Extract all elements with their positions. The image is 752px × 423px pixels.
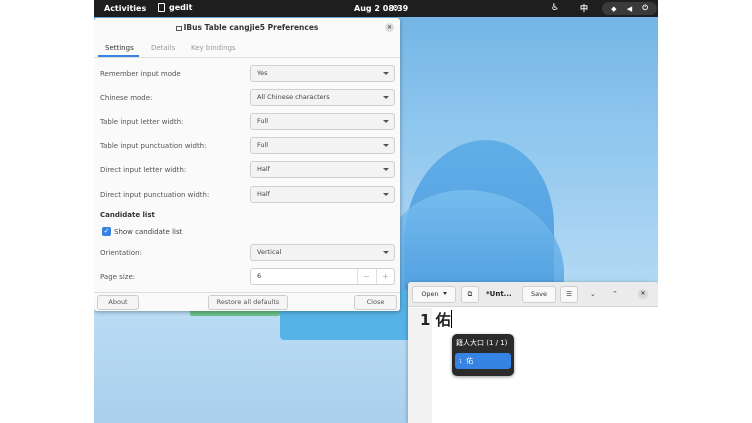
new-document-button[interactable]: ⧉ xyxy=(461,286,479,303)
app-name: gedit xyxy=(169,3,193,12)
table-punct-width-combo[interactable]: Full xyxy=(250,137,395,154)
dropdown-arrow-icon xyxy=(383,144,389,147)
combo-value: Full xyxy=(257,117,269,125)
dialog-footer: About Restore all defaults Close xyxy=(94,292,400,311)
close-icon[interactable]: ✕ xyxy=(638,289,648,299)
about-button[interactable]: About xyxy=(97,295,139,310)
desktop: Activities gedit Aug 2 08:39 ♿ 中 ◆ ◀ ⏻ I… xyxy=(94,0,658,423)
activities-button[interactable]: Activities xyxy=(104,4,146,13)
row-label-chinese-mode: Chinese mode: xyxy=(100,94,153,102)
power-icon: ⏻ xyxy=(642,4,648,12)
candidate-index: 1 xyxy=(459,359,463,365)
row-label-table-punct-width: Table input punctuation width: xyxy=(100,142,207,150)
app-menu[interactable]: gedit xyxy=(158,3,192,12)
row-label-table-letter-width: Table input letter width: xyxy=(100,118,184,126)
active-tab-indicator xyxy=(98,55,139,57)
page-size-spinbutton[interactable]: 6 − + xyxy=(250,268,395,285)
dropdown-arrow-icon xyxy=(383,168,389,171)
combo-value: Vertical xyxy=(257,248,282,256)
dropdown-arrow-icon xyxy=(383,96,389,99)
page-size-value: 6 xyxy=(257,272,262,280)
row-label-page-size: Page size: xyxy=(100,273,136,281)
tab-bar: Settings Details Key bindings xyxy=(94,40,400,58)
notification-dot-icon xyxy=(393,5,398,10)
text-cursor xyxy=(450,310,452,328)
combo-value: Yes xyxy=(257,69,268,77)
preferences-dialog: IBus Table cangjie5 Preferences ✕ Settin… xyxy=(94,18,400,311)
dropdown-arrow-icon xyxy=(383,72,389,75)
input-method-indicator[interactable]: 中 xyxy=(580,3,588,14)
chinese-mode-combo[interactable]: All Chinese characters xyxy=(250,89,395,106)
main-menu-button[interactable]: ☰ xyxy=(560,286,578,303)
orientation-combo[interactable]: Vertical xyxy=(250,244,395,261)
combo-value: Half xyxy=(257,165,270,173)
gedit-window: Open ⧉ *Unt... Save ☰ ⌄ ⌃ ✕ 1 佑 xyxy=(408,282,658,423)
maximize-chevron-icon[interactable]: ⌃ xyxy=(612,290,618,298)
remember-input-mode-combo[interactable]: Yes xyxy=(250,65,395,82)
accessibility-icon[interactable]: ♿ xyxy=(551,3,559,13)
dialog-title: IBus Table cangjie5 Preferences xyxy=(183,23,319,32)
vpn-shield-icon: ◆ xyxy=(611,4,617,13)
show-candidate-label: Show candidate list xyxy=(114,228,183,236)
combo-value: Full xyxy=(257,141,269,149)
open-button[interactable]: Open xyxy=(412,286,456,303)
tab-key-bindings[interactable]: Key bindings xyxy=(191,44,236,52)
gedit-app-icon xyxy=(158,3,165,12)
row-label-remember-input-mode: Remember input mode xyxy=(100,70,181,78)
row-label-direct-punct-width: Direct input punctuation width: xyxy=(100,191,210,199)
editor-text[interactable]: 1 佑 xyxy=(420,309,452,330)
direct-punct-width-combo[interactable]: Half xyxy=(250,186,395,203)
candidate-char: 佑 xyxy=(466,357,474,365)
close-button[interactable]: Close xyxy=(354,295,397,310)
dropdown-arrow-icon xyxy=(383,120,389,123)
document-title: *Unt... xyxy=(486,290,512,298)
candidate-list-heading: Candidate list xyxy=(100,211,155,219)
increment-button[interactable]: + xyxy=(376,269,394,284)
dropdown-arrow-icon xyxy=(383,251,389,254)
dialog-titlebar: IBus Table cangjie5 Preferences xyxy=(94,18,400,38)
minimize-chevron-icon[interactable]: ⌄ xyxy=(590,290,596,298)
show-candidate-checkbox[interactable]: ✓ xyxy=(102,227,111,236)
top-bar: Activities gedit Aug 2 08:39 ♿ 中 ◆ ◀ ⏻ xyxy=(94,0,658,17)
dropdown-arrow-icon xyxy=(383,193,389,196)
clock[interactable]: Aug 2 08:39 xyxy=(354,4,408,13)
direct-letter-width-combo[interactable]: Half xyxy=(250,161,395,178)
combo-value: All Chinese characters xyxy=(257,93,330,101)
candidate-popup: 籍人大口 (1 / 1) 1佑 xyxy=(452,334,514,376)
save-button[interactable]: Save xyxy=(522,286,556,303)
candidate-preedit: 籍人大口 (1 / 1) xyxy=(456,339,508,347)
table-letter-width-combo[interactable]: Full xyxy=(250,113,395,130)
close-icon[interactable]: ✕ xyxy=(385,23,394,32)
new-document-icon: ⧉ xyxy=(467,290,473,298)
row-label-orientation: Orientation: xyxy=(100,249,142,257)
restore-defaults-button[interactable]: Restore all defaults xyxy=(208,295,288,310)
open-label: Open xyxy=(421,290,439,298)
hamburger-icon: ☰ xyxy=(566,290,572,298)
candidate-item[interactable]: 1佑 xyxy=(455,353,511,369)
system-status-menu[interactable]: ◆ ◀ ⏻ xyxy=(602,2,657,15)
keyboard-icon xyxy=(175,26,182,31)
volume-icon: ◀ xyxy=(626,4,633,13)
row-label-direct-letter-width: Direct input letter width: xyxy=(100,166,187,174)
tab-settings[interactable]: Settings xyxy=(105,44,134,52)
combo-value: Half xyxy=(257,190,270,198)
chevron-down-icon xyxy=(442,292,447,295)
tab-details[interactable]: Details xyxy=(151,44,175,52)
editor-text-content: 1 佑 xyxy=(420,311,451,329)
gedit-headerbar: Open ⧉ *Unt... Save ☰ ⌄ ⌃ ✕ xyxy=(408,282,658,307)
decrement-button[interactable]: − xyxy=(357,269,375,284)
